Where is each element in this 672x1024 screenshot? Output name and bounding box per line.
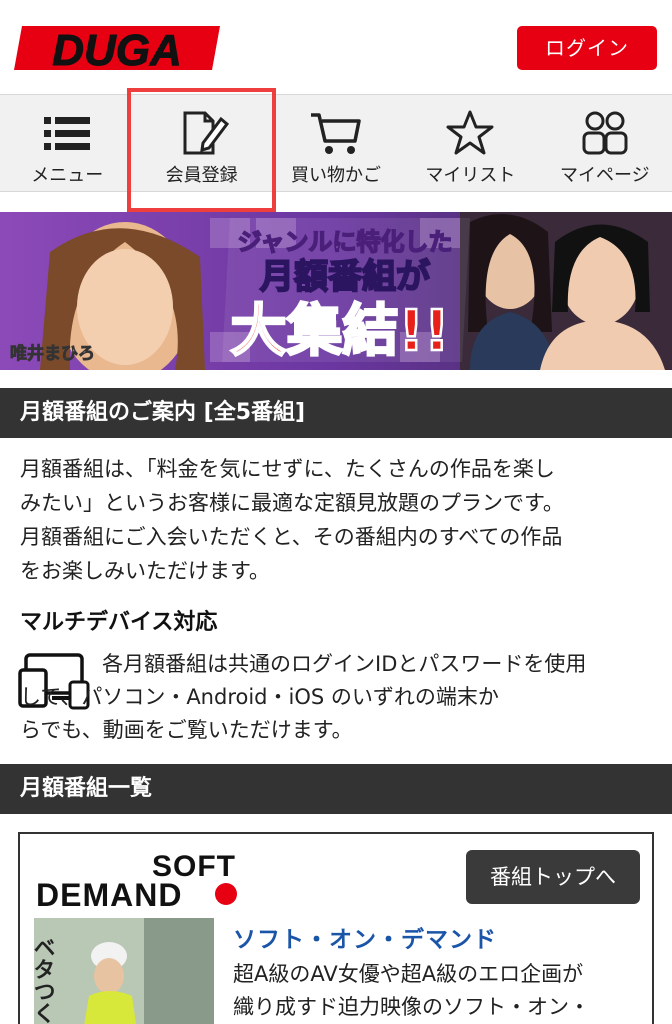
login-button[interactable]: ログイン	[517, 26, 657, 70]
channel-description: 超A級のAV女優や超A級のエロ企画が 織り成すド迫力映像のソフト・オン・	[233, 958, 643, 1024]
sod-logo-line2: DEMAND	[36, 877, 182, 908]
guide-line-3: 月額番組にご入会いただくと、その番組内のすべての作品	[20, 525, 563, 549]
nav-item-menu[interactable]: メニュー	[0, 95, 134, 191]
guide-line-1: 月額番組は、「料金を気にせずに、たくさんの作品を楽し	[20, 457, 555, 481]
promo-banner[interactable]: ジャンルに特化した 月額番組が 大集結!! 唯井まひろ	[0, 212, 672, 370]
menu-icon	[44, 117, 91, 150]
nav-label-cart: 買い物かご	[291, 165, 382, 186]
multi-device-heading: マルチデバイス対応	[20, 610, 218, 635]
star-icon	[446, 110, 494, 155]
guide-line-4: をお楽しみいただけます。	[20, 559, 270, 583]
duga-logo[interactable]: DUGA	[14, 22, 220, 74]
cart-icon	[311, 113, 361, 154]
channel-title-link[interactable]: ソフト・オン・デマンド	[233, 920, 497, 954]
channel-thumbnail[interactable]: ベタつく髪	[34, 918, 214, 1024]
banner-headline-2: 月額番組が	[260, 257, 430, 297]
banner-headline-3: 大集結!!	[230, 299, 449, 364]
banner-name-caption: 唯井まひろ	[10, 343, 95, 364]
nav-item-cart[interactable]: 買い物かご	[269, 95, 403, 191]
channel-card-sod[interactable]: SOFT DEMAND 番組トップへ ベタつく髪 ソフト・オン・デマンド 超A級…	[18, 832, 654, 1024]
channel-desc-line-1: 超A級のAV女優や超A級のエロ企画が	[233, 962, 584, 986]
mypage-icon	[582, 111, 628, 155]
nav-item-mylist[interactable]: マイリスト	[403, 95, 537, 191]
nav-label-menu: メニュー	[31, 165, 104, 186]
thumbnail-image: ベタつく髪	[34, 918, 214, 1024]
list-section-title: 月額番組一覧	[0, 764, 672, 814]
banner-headline-1: ジャンルに特化した	[238, 228, 453, 256]
nav-item-mypage[interactable]: マイページ	[538, 95, 672, 191]
top-nav: メニュー 会員登録 買い物かご マイリスト マイページ	[0, 94, 672, 192]
nav-item-register[interactable]: 会員登録	[134, 95, 268, 191]
guide-section-title: 月額番組のご案内 [全5番組]	[0, 388, 672, 438]
guide-line-2: みたい」というお客様に最適な定額見放題のプランです。	[20, 491, 564, 515]
logo-text: DUGA	[52, 26, 182, 74]
banner-graphic: ジャンルに特化した 月額番組が 大集結!! 唯井まひろ	[0, 212, 672, 370]
multi-device-text: 各月額番組は共通のログインIDとパスワードを使用 して、パソコン・Android…	[20, 648, 652, 747]
thumbnail-caption: ベタつく髪	[34, 936, 57, 1024]
register-icon	[183, 111, 229, 155]
nav-label-register: 会員登録	[165, 165, 238, 186]
sod-logo[interactable]: SOFT DEMAND	[34, 850, 292, 908]
channel-desc-line-2: 織り成すド迫力映像のソフト・オン・	[233, 995, 590, 1019]
multi-line-2: して、パソコン・Android・iOS のいずれの端末か	[20, 685, 499, 709]
nav-label-mylist: マイリスト	[425, 165, 516, 186]
channel-top-button[interactable]: 番組トップへ	[466, 850, 640, 904]
multi-line-1: 各月額番組は共通のログインIDとパスワードを使用	[102, 652, 587, 676]
guide-intro-text: 月額番組は、「料金を気にせずに、たくさんの作品を楽し みたい」というお客様に最適…	[20, 452, 652, 588]
multi-line-3: らでも、動画をご覧いただけます。	[20, 718, 353, 742]
header: DUGA ログイン	[0, 0, 672, 94]
nav-label-mypage: マイページ	[560, 165, 650, 186]
